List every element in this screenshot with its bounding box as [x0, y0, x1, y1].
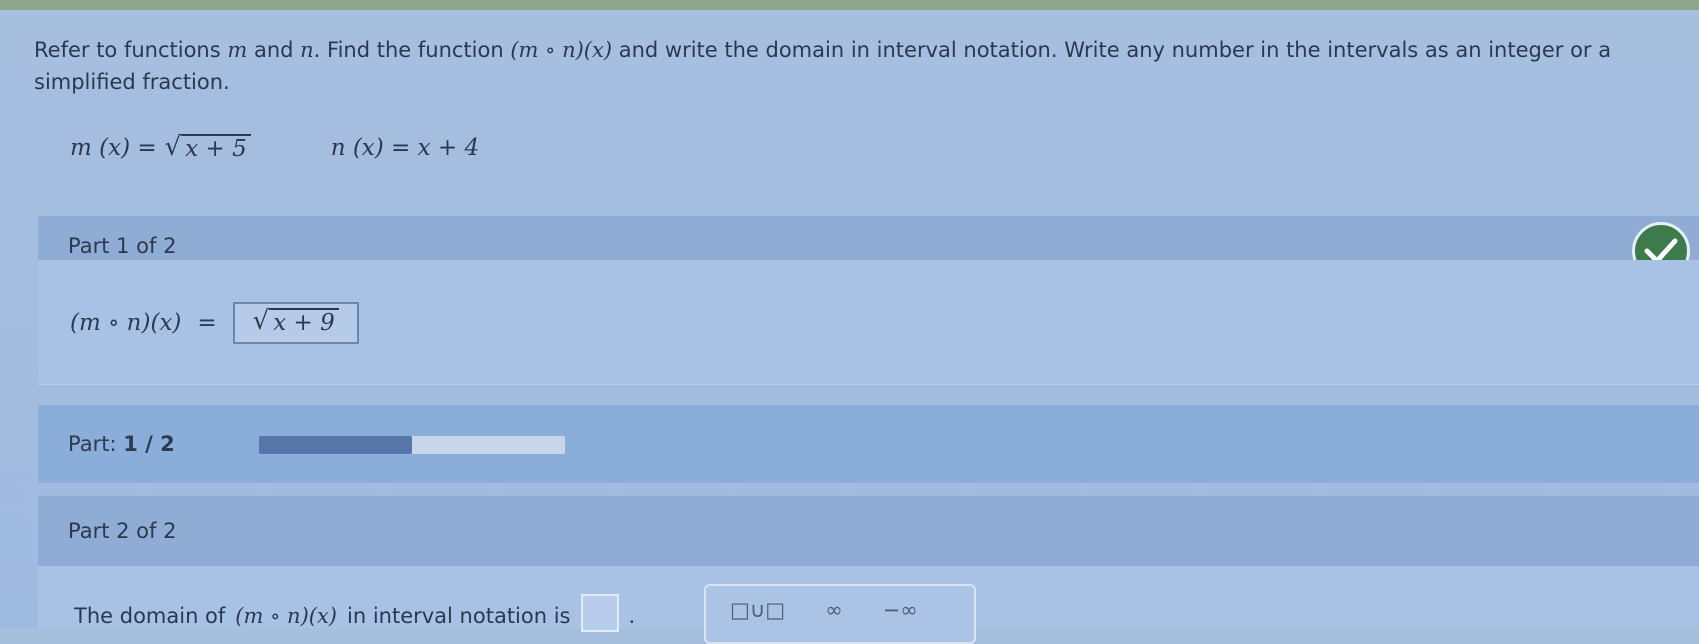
period: .: [628, 604, 636, 628]
part1-answer-row: (m ∘ n)(x) = √ x + 9: [70, 302, 359, 344]
progress-row: Part: 1 / 2: [38, 405, 1699, 483]
part1-title: Part 1 of 2: [68, 234, 177, 258]
infinity-button[interactable]: ∞: [825, 598, 843, 622]
progress-label: Part:: [68, 432, 117, 456]
progress-bar: [259, 436, 565, 454]
domain-prompt-text: in interval notation is: [347, 604, 571, 628]
question-part: Refer to functions: [34, 38, 228, 62]
progress-fill: [259, 436, 412, 454]
answer-radicand: x + 9: [269, 308, 339, 336]
var-m: m: [227, 38, 248, 62]
domain-composition: (m ∘ n)(x): [235, 604, 337, 628]
sqrt-sign-icon: √: [164, 132, 182, 162]
top-bar: [0, 0, 1699, 10]
domain-prompt-text: The domain of: [74, 604, 226, 628]
domain-answer-input[interactable]: [580, 594, 619, 632]
sqrt-sign-icon: √: [252, 306, 270, 336]
composition-lhs: (m ∘ n)(x): [70, 310, 182, 336]
function-m: m (x) = √ x + 5: [70, 134, 251, 162]
function-definitions: m (x) = √ x + 5 n (x) = x + 4: [70, 134, 479, 162]
composition-expression: (m ∘ n)(x): [510, 38, 613, 62]
function-m-lhs: m (x) =: [70, 135, 157, 161]
answer-box[interactable]: √ x + 9: [232, 302, 359, 344]
question-part: and: [247, 38, 301, 62]
radicand: x + 5: [181, 134, 251, 162]
math-palette: □∪□ ∞ −∞: [704, 584, 976, 644]
var-n: n: [300, 38, 314, 62]
progress-value: 1 / 2: [123, 432, 175, 456]
function-n: n (x) = x + 4: [331, 134, 479, 162]
negative-infinity-button[interactable]: −∞: [883, 598, 918, 622]
union-button[interactable]: □∪□: [730, 598, 785, 622]
function-n-definition: n (x) = x + 4: [330, 135, 480, 161]
domain-prompt: The domain of (m ∘ n)(x) in interval not…: [74, 594, 636, 632]
question-part: . Find the function: [313, 38, 511, 62]
sqrt-answer: √ x + 9: [253, 308, 339, 336]
question-text: Refer to functions m and n. Find the fun…: [34, 34, 1664, 98]
sqrt-expression: √ x + 5: [165, 134, 251, 162]
part2-header[interactable]: Part 2 of 2: [38, 496, 1699, 566]
part2-title: Part 2 of 2: [68, 519, 177, 543]
equals-sign: =: [197, 310, 217, 336]
